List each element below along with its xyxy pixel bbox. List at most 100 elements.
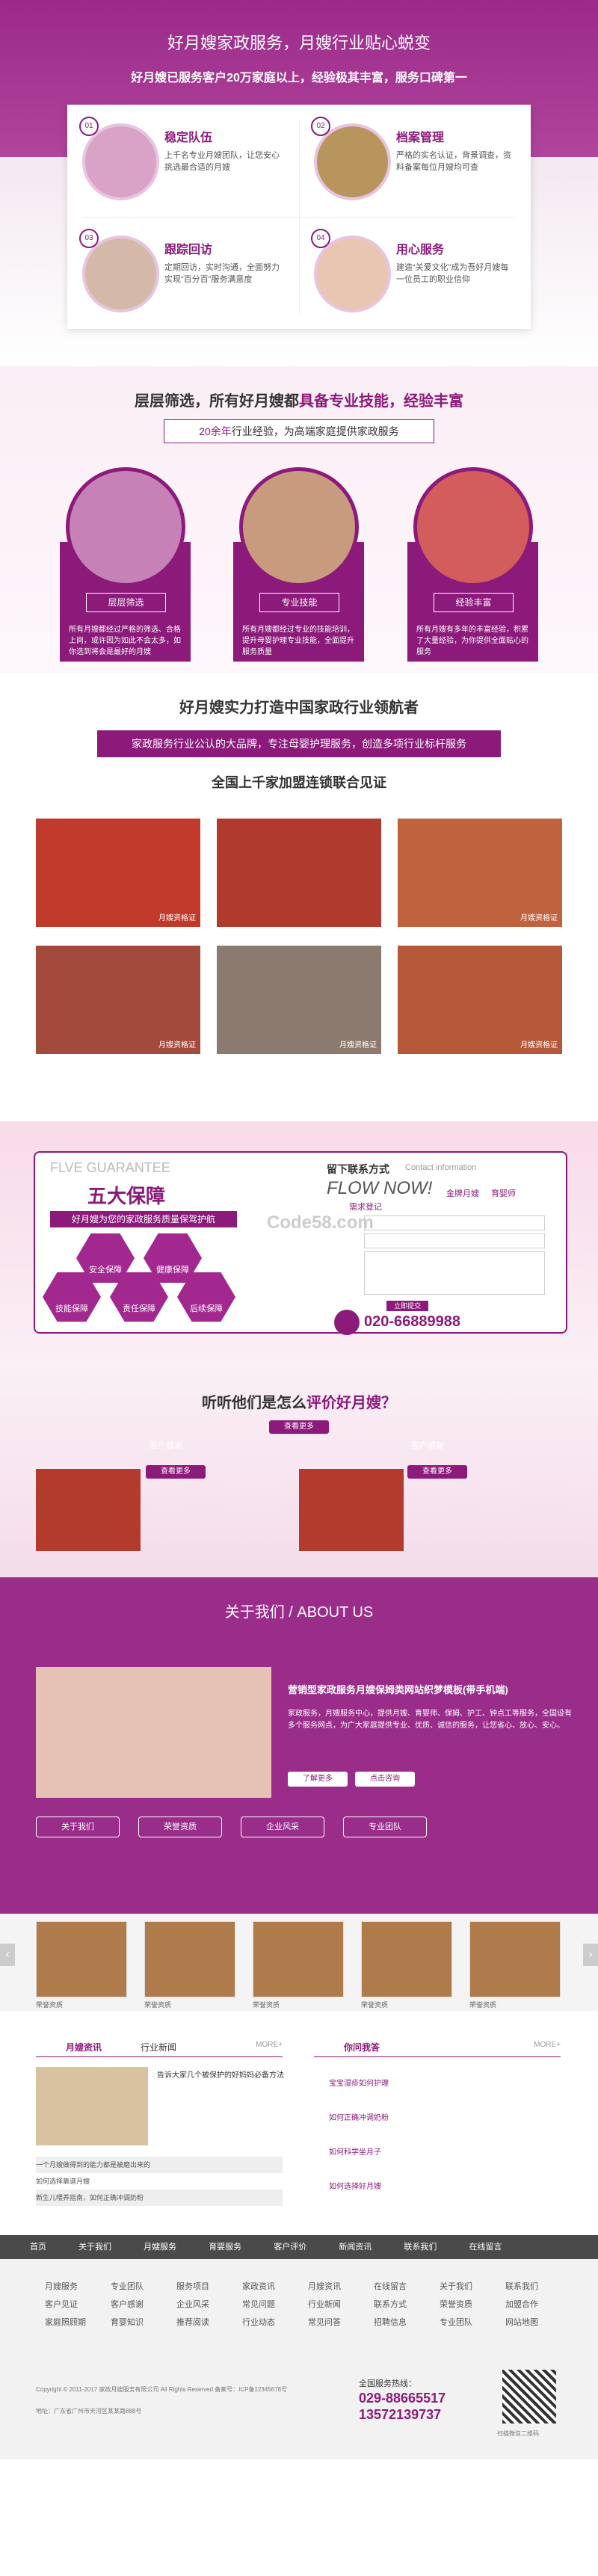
- qualification-section: 层层筛选，所有好月嫂都具备专业技能，经验丰富 20余年行业经验，为高端家庭提供家…: [0, 366, 598, 673]
- qa-item[interactable]: 如何正确冲调奶粉: [329, 2101, 553, 2136]
- tab-industry-news[interactable]: 行业新闻: [141, 2041, 176, 2053]
- contact-en: Contact information: [405, 1163, 477, 1172]
- qr-label: 扫描微信二维码: [497, 2430, 539, 2437]
- footer-link[interactable]: 行业新闻: [308, 2298, 341, 2310]
- bar-text: 行业经验，为高端家庭提供家政服务: [231, 425, 399, 437]
- tab-style[interactable]: 企业风采: [241, 1817, 324, 1837]
- consult-button[interactable]: 点击咨询: [355, 1772, 415, 1787]
- photo-tile[interactable]: 月嫂资格证: [398, 819, 562, 927]
- footer-link[interactable]: 客户感谢: [111, 2298, 144, 2310]
- about-title: 关于我们 / ABOUT US: [224, 1604, 374, 1621]
- footer-link[interactable]: 专业团队: [440, 2316, 472, 2328]
- footer-link[interactable]: 招聘信息: [374, 2316, 407, 2328]
- bar-highlight: 20余年: [199, 425, 232, 437]
- cert-item[interactable]: [36, 1921, 127, 1997]
- photo-tile[interactable]: 月嫂资格证: [217, 946, 381, 1054]
- footer-link[interactable]: 联系方式: [374, 2298, 407, 2310]
- hotline-phone-2: 13572139737: [359, 2407, 442, 2422]
- testimonial-photo[interactable]: [36, 1469, 141, 1551]
- feature-text: 定期回访，实时沟通，全面努力实现“百分百”服务满意度: [164, 263, 280, 284]
- phone-icon: [334, 1310, 360, 1335]
- footer-link[interactable]: 家政资讯: [242, 2280, 275, 2292]
- footer-link[interactable]: 月嫂服务: [45, 2280, 78, 2292]
- footer-link[interactable]: 企业风采: [176, 2298, 209, 2310]
- news-photo[interactable]: [36, 2067, 148, 2145]
- testimonial-photo[interactable]: [299, 1469, 404, 1551]
- hero-subtitle: 好月嫂已服务客户20万家庭以上，经验极其丰富，服务口碑第一: [131, 72, 467, 84]
- news-item[interactable]: 一个月嫂做得到的能力都是被磨出来的: [36, 2157, 283, 2173]
- footer-link[interactable]: 联系我们: [505, 2280, 538, 2292]
- tab-about[interactable]: 关于我们: [36, 1817, 120, 1837]
- footer-link[interactable]: 专业团队: [111, 2280, 144, 2292]
- title-highlight: 具备专业技能，经验丰富: [299, 393, 463, 410]
- cert-label: 荣誉资质: [361, 2001, 389, 2009]
- news-item[interactable]: 新生儿喂养指南，如何正确冲调奶粉: [36, 2190, 283, 2206]
- feature-text: 建造“关爱文化”成为吾好月嫂每一位员工的职业信仰: [396, 263, 509, 284]
- cert-item[interactable]: [361, 1921, 452, 1997]
- photo-tile[interactable]: 月嫂资格证: [36, 819, 200, 927]
- footer-link[interactable]: 客户见证: [45, 2298, 78, 2310]
- cert-item[interactable]: [253, 1921, 344, 1997]
- column-photo: [413, 467, 533, 587]
- qr-code-icon: [502, 2370, 556, 2424]
- phone-field[interactable]: [364, 1233, 545, 1248]
- prev-arrow-icon[interactable]: ‹: [0, 1944, 15, 1966]
- footer-link[interactable]: 推荐阅读: [176, 2316, 209, 2328]
- view-more-button[interactable]: 查看更多: [146, 1465, 206, 1479]
- footer-nav-link[interactable]: 客户评价: [274, 2235, 306, 2259]
- tag-gold-nanny[interactable]: 金牌月嫂: [446, 1187, 479, 1199]
- qa-item[interactable]: 如何科学坐月子: [329, 2136, 553, 2170]
- footer-link[interactable]: 行业动态: [242, 2316, 275, 2328]
- qa-item[interactable]: 如何选择好月嫂: [329, 2170, 553, 2204]
- footer-link[interactable]: 常见问题: [242, 2298, 275, 2310]
- cert-item[interactable]: [144, 1921, 235, 1997]
- tab-team[interactable]: 专业团队: [343, 1817, 427, 1837]
- footer-link[interactable]: 荣誉资质: [440, 2298, 472, 2310]
- strength-section: 好月嫂实力打造中国家政行业领航者 家政服务行业公认的大品牌，专注母婴护理服务，创…: [0, 673, 598, 1121]
- view-all-button[interactable]: 查看更多: [269, 1420, 329, 1434]
- view-more-button[interactable]: 查看更多: [407, 1465, 467, 1479]
- feature-photo: [82, 235, 159, 312]
- footer-link[interactable]: 网站地图: [505, 2316, 538, 2328]
- news-headline[interactable]: 告诉大家几个被保护的好妈妈必备方法: [157, 2071, 284, 2081]
- hotline-label: 全国服务热线：: [359, 2379, 416, 2388]
- photo-caption: 月嫂资格证: [520, 1041, 558, 1050]
- footer-nav-link[interactable]: 联系我们: [404, 2235, 437, 2259]
- photo-tile[interactable]: 月嫂资格证: [36, 946, 200, 1054]
- footer-link[interactable]: 加盟合作: [505, 2298, 538, 2310]
- feature-title: 档案管理: [396, 132, 445, 144]
- footer-link[interactable]: 常见问答: [308, 2316, 341, 2328]
- footer-link[interactable]: 育婴知识: [111, 2316, 144, 2328]
- qa-tab-bar: 你问我答 MORE+: [314, 2037, 561, 2057]
- footer-nav-link[interactable]: 育婴服务: [209, 2235, 241, 2259]
- footer-nav-link[interactable]: 在线留言: [469, 2235, 502, 2259]
- footer-nav-link[interactable]: 首页: [30, 2235, 46, 2259]
- photo-tile[interactable]: [217, 819, 381, 927]
- footer-link[interactable]: 家庭照顾期: [45, 2316, 86, 2328]
- qa-item[interactable]: 宝宝湿疹如何护理: [329, 2067, 553, 2101]
- name-field[interactable]: [364, 1215, 545, 1230]
- footer-link[interactable]: 服务项目: [176, 2280, 209, 2292]
- tab-nanny-news[interactable]: 月嫂资讯: [66, 2041, 102, 2053]
- next-arrow-icon[interactable]: ›: [583, 1944, 598, 1966]
- footer-nav-link[interactable]: 关于我们: [78, 2235, 111, 2259]
- tab-honor[interactable]: 荣誉资质: [138, 1817, 222, 1837]
- photo-tile[interactable]: 月嫂资格证: [398, 946, 562, 1054]
- about-text: 家政服务，月嫂服务中心，提供月嫂、育婴师、保姆、护工、钟点工等服务，全国设有多个…: [288, 1710, 572, 1730]
- footer-nav-link[interactable]: 月嫂服务: [144, 2235, 176, 2259]
- footer-link[interactable]: 月嫂资讯: [308, 2280, 341, 2292]
- qa-title[interactable]: 你问我答: [344, 2041, 380, 2053]
- qa-more-link[interactable]: MORE+: [534, 2041, 561, 2049]
- footer-link[interactable]: 关于我们: [440, 2280, 472, 2292]
- learn-more-button[interactable]: 了解更多: [288, 1772, 348, 1787]
- submit-button[interactable]: 立即提交: [386, 1301, 428, 1311]
- cert-item[interactable]: [469, 1921, 561, 1997]
- news-item[interactable]: 如何选择靠谱月嫂: [36, 2173, 283, 2190]
- title-part: 层层筛选，所有好月嫂都: [135, 393, 299, 410]
- footer-link[interactable]: 在线留言: [374, 2280, 407, 2292]
- news-more-link[interactable]: MORE+: [256, 2041, 283, 2049]
- tag-nursery[interactable]: 育婴师: [491, 1187, 516, 1199]
- contact-phone: 020-66889988: [364, 1313, 461, 1330]
- message-field[interactable]: [364, 1251, 545, 1295]
- footer-nav-link[interactable]: 新闻资讯: [339, 2235, 372, 2259]
